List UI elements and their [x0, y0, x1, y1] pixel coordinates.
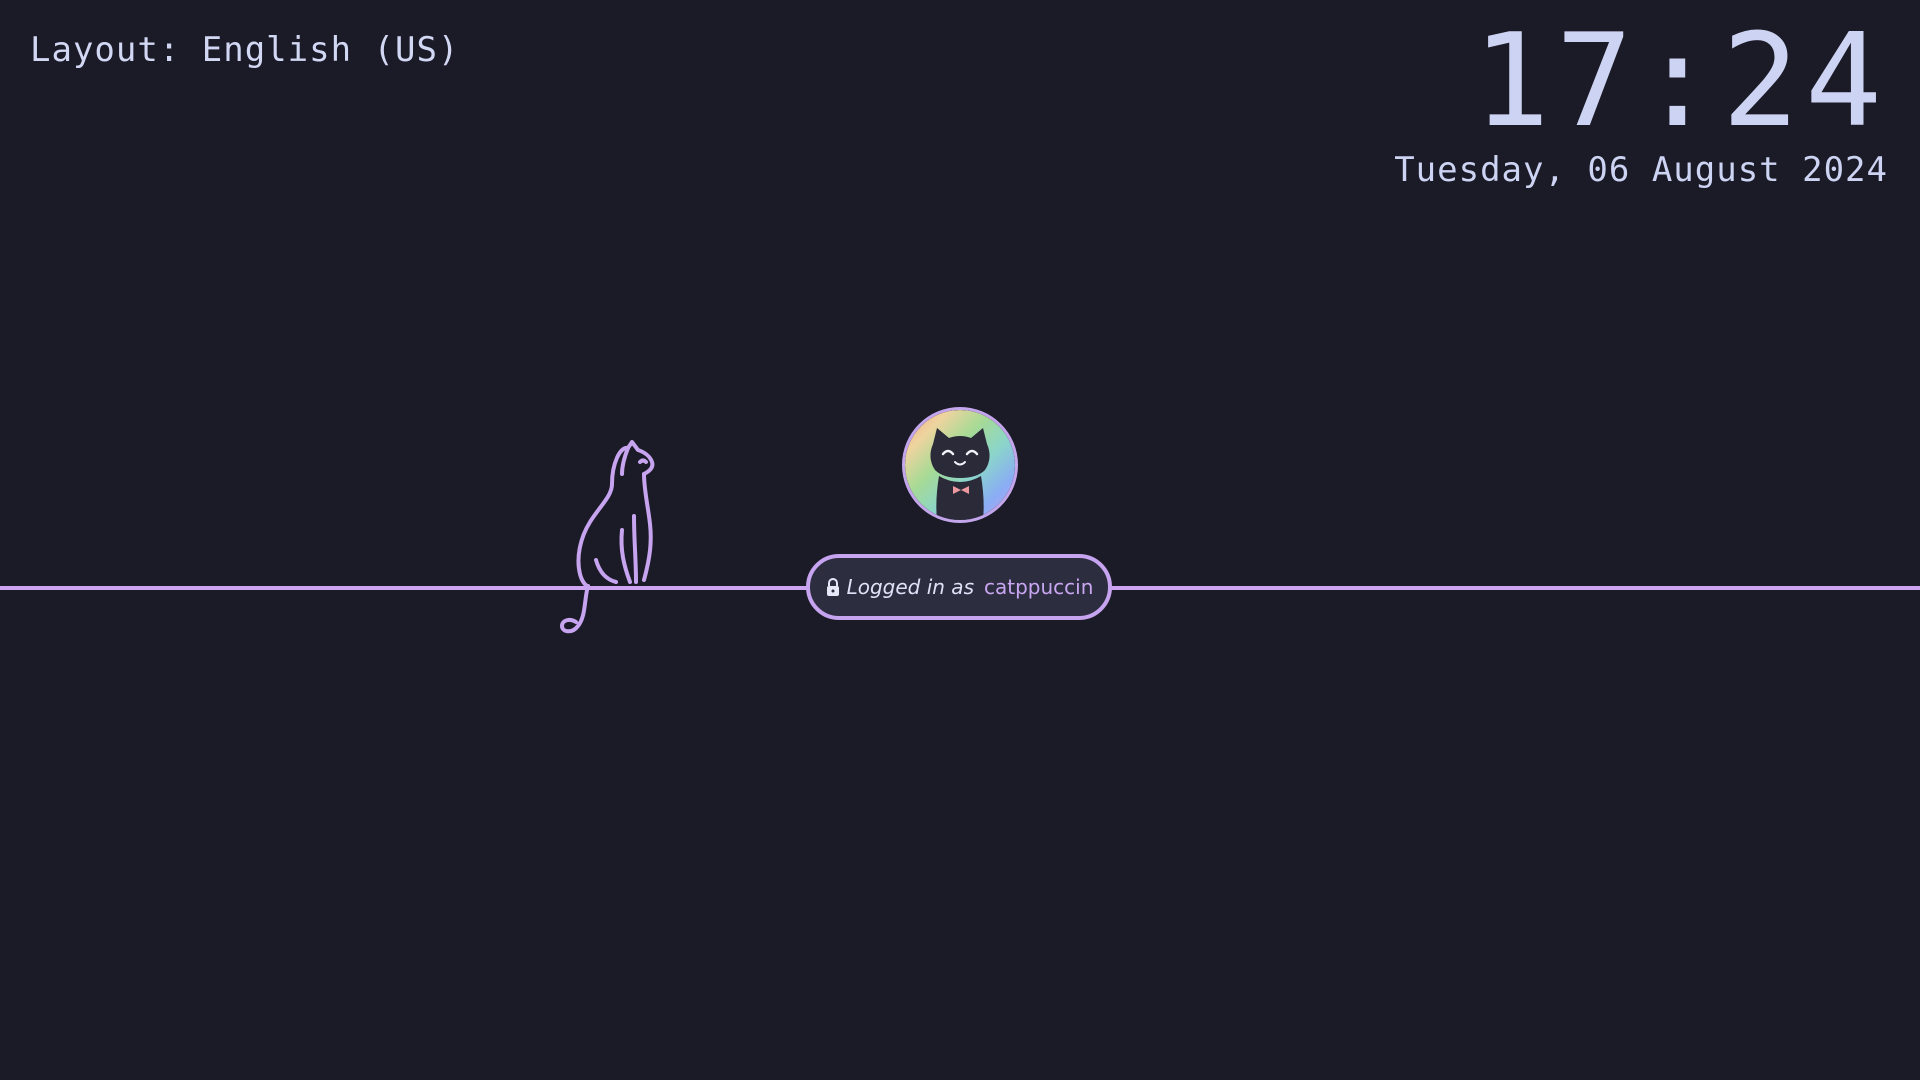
login-username: catppuccin: [984, 575, 1094, 599]
login-status-prefix: Logged in as: [846, 575, 974, 599]
lock-icon: [826, 578, 839, 596]
keyboard-layout-indicator: Layout: English (US): [30, 30, 460, 70]
cat-outline-icon: [560, 440, 655, 634]
clock-time: 17:24: [1472, 7, 1888, 156]
clock-date: Tuesday, 06 August 2024: [1394, 150, 1888, 190]
user-avatar: [905, 410, 1015, 520]
smiling-black-cat-avatar: [905, 410, 1015, 520]
login-status: Logged in as catppuccin: [806, 554, 1112, 620]
